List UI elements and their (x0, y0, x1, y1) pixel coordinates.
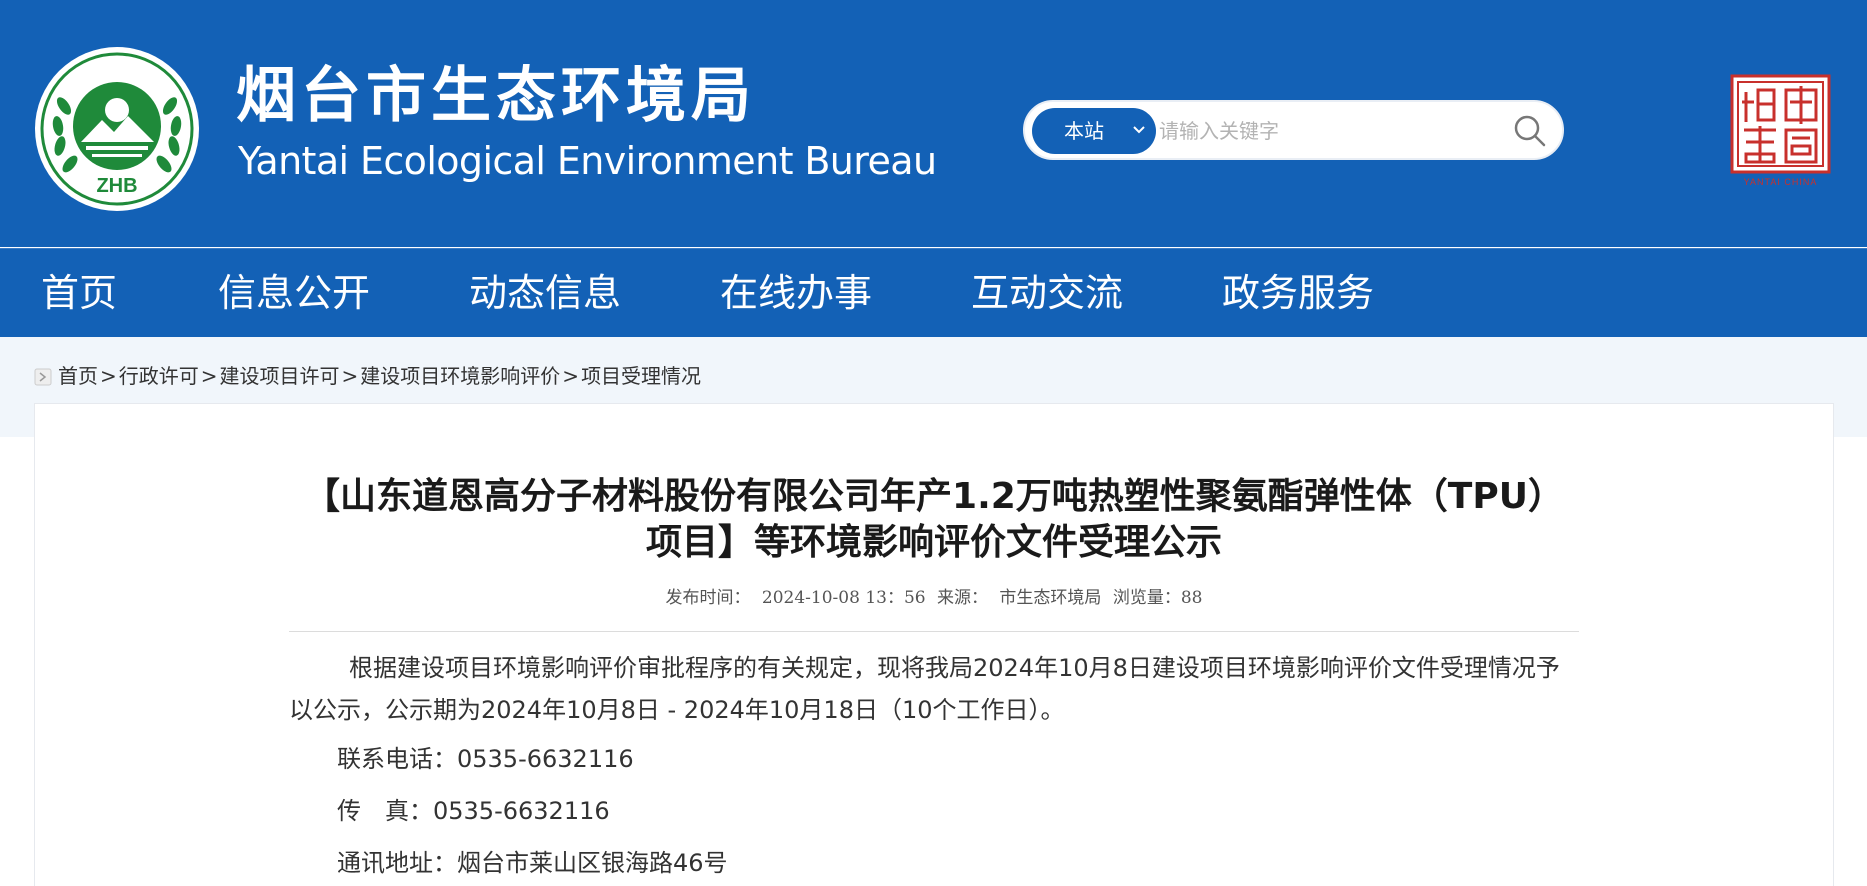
breadcrumb: 首页 > 行政许可 > 建设项目许可 > 建设项目环境影响评价 > 项目受理情况 (34, 361, 701, 391)
article-title: 【山东道恩高分子材料股份有限公司年产1.2万吨热塑性聚氨酯弹性体（TPU）项目】… (304, 476, 1564, 563)
source: 市生态环境局 (999, 588, 1102, 608)
contact-fax-label: 传 真： (337, 797, 433, 825)
chevron-down-icon (1133, 126, 1145, 134)
breadcrumb-link-construction-license[interactable]: 建设项目许可 (220, 364, 340, 388)
article-paragraph: 根据建设项目环境影响评价审批程序的有关规定，现将我局2024年10月8日建设项目… (289, 654, 1560, 724)
contact-phone-label: 联系电话： (337, 745, 457, 773)
bureau-logo[interactable]: ZHB (34, 46, 200, 212)
publish-date: 2024-10-08 13：56 (761, 588, 926, 608)
title-divider (289, 631, 1579, 632)
nav-item-government-services[interactable]: 政务服务 (1222, 249, 1374, 338)
search-input[interactable] (1159, 110, 1499, 152)
views-count: 88 (1180, 588, 1203, 608)
contact-address-value: 烟台市莱山区银海路46号 (457, 849, 728, 877)
contact-fax-value: 0535-6632116 (433, 797, 610, 825)
views-label: 浏览量： (1112, 588, 1181, 608)
breadcrumb-link-administrative-license[interactable]: 行政许可 (119, 364, 199, 388)
search-scope-label: 本站 (1064, 119, 1104, 143)
article-meta: 发布时间： 2024-10-08 13：56 来源： 市生态环境局 浏览量：88 (289, 583, 1579, 608)
nav-item-news[interactable]: 动态信息 (469, 249, 621, 338)
yantai-china-seal-icon: YANTAI CHINA (1730, 74, 1831, 187)
nav-item-online-services[interactable]: 在线办事 (720, 249, 872, 338)
breadcrumb-link-home[interactable]: 首页 (58, 364, 98, 388)
breadcrumb-separator: > (100, 364, 117, 388)
contact-phone-value: 0535-6632116 (457, 745, 634, 773)
breadcrumb-link-eia[interactable]: 建设项目环境影响评价 (360, 364, 560, 388)
main-nav: 首页 信息公开 动态信息 在线办事 互动交流 政务服务 (0, 248, 1867, 337)
nav-item-home[interactable]: 首页 (41, 249, 117, 338)
search-box: 本站 (1023, 100, 1564, 160)
svg-text:ZHB: ZHB (96, 175, 137, 197)
contact-address: 通讯地址：烟台市莱山区银海路46号 (337, 843, 728, 883)
breadcrumb-link-acceptance[interactable]: 项目受理情况 (581, 364, 701, 388)
nav-item-info-disclosure[interactable]: 信息公开 (218, 249, 370, 338)
breadcrumb-separator: > (562, 364, 580, 388)
publish-date-label: 发布时间： (665, 588, 751, 608)
search-icon[interactable] (1512, 113, 1548, 149)
svg-text:YANTAI CHINA: YANTAI CHINA (1744, 177, 1818, 187)
search-scope-select[interactable]: 本站 (1032, 108, 1156, 154)
nav-item-interaction[interactable]: 互动交流 (971, 249, 1123, 338)
contact-address-label: 通讯地址： (337, 849, 457, 877)
site-title-en: Yantai Ecological Environment Bureau (238, 139, 937, 183)
breadcrumb-separator: > (200, 364, 218, 388)
site-title-cn: 烟台市生态环境局 (236, 61, 756, 131)
home-icon (34, 368, 52, 386)
source-label: 来源： (937, 588, 989, 608)
contact-fax: 传 真：0535-6632116 (337, 791, 610, 831)
breadcrumb-separator: > (341, 364, 359, 388)
contact-phone: 联系电话：0535-6632116 (337, 739, 634, 779)
